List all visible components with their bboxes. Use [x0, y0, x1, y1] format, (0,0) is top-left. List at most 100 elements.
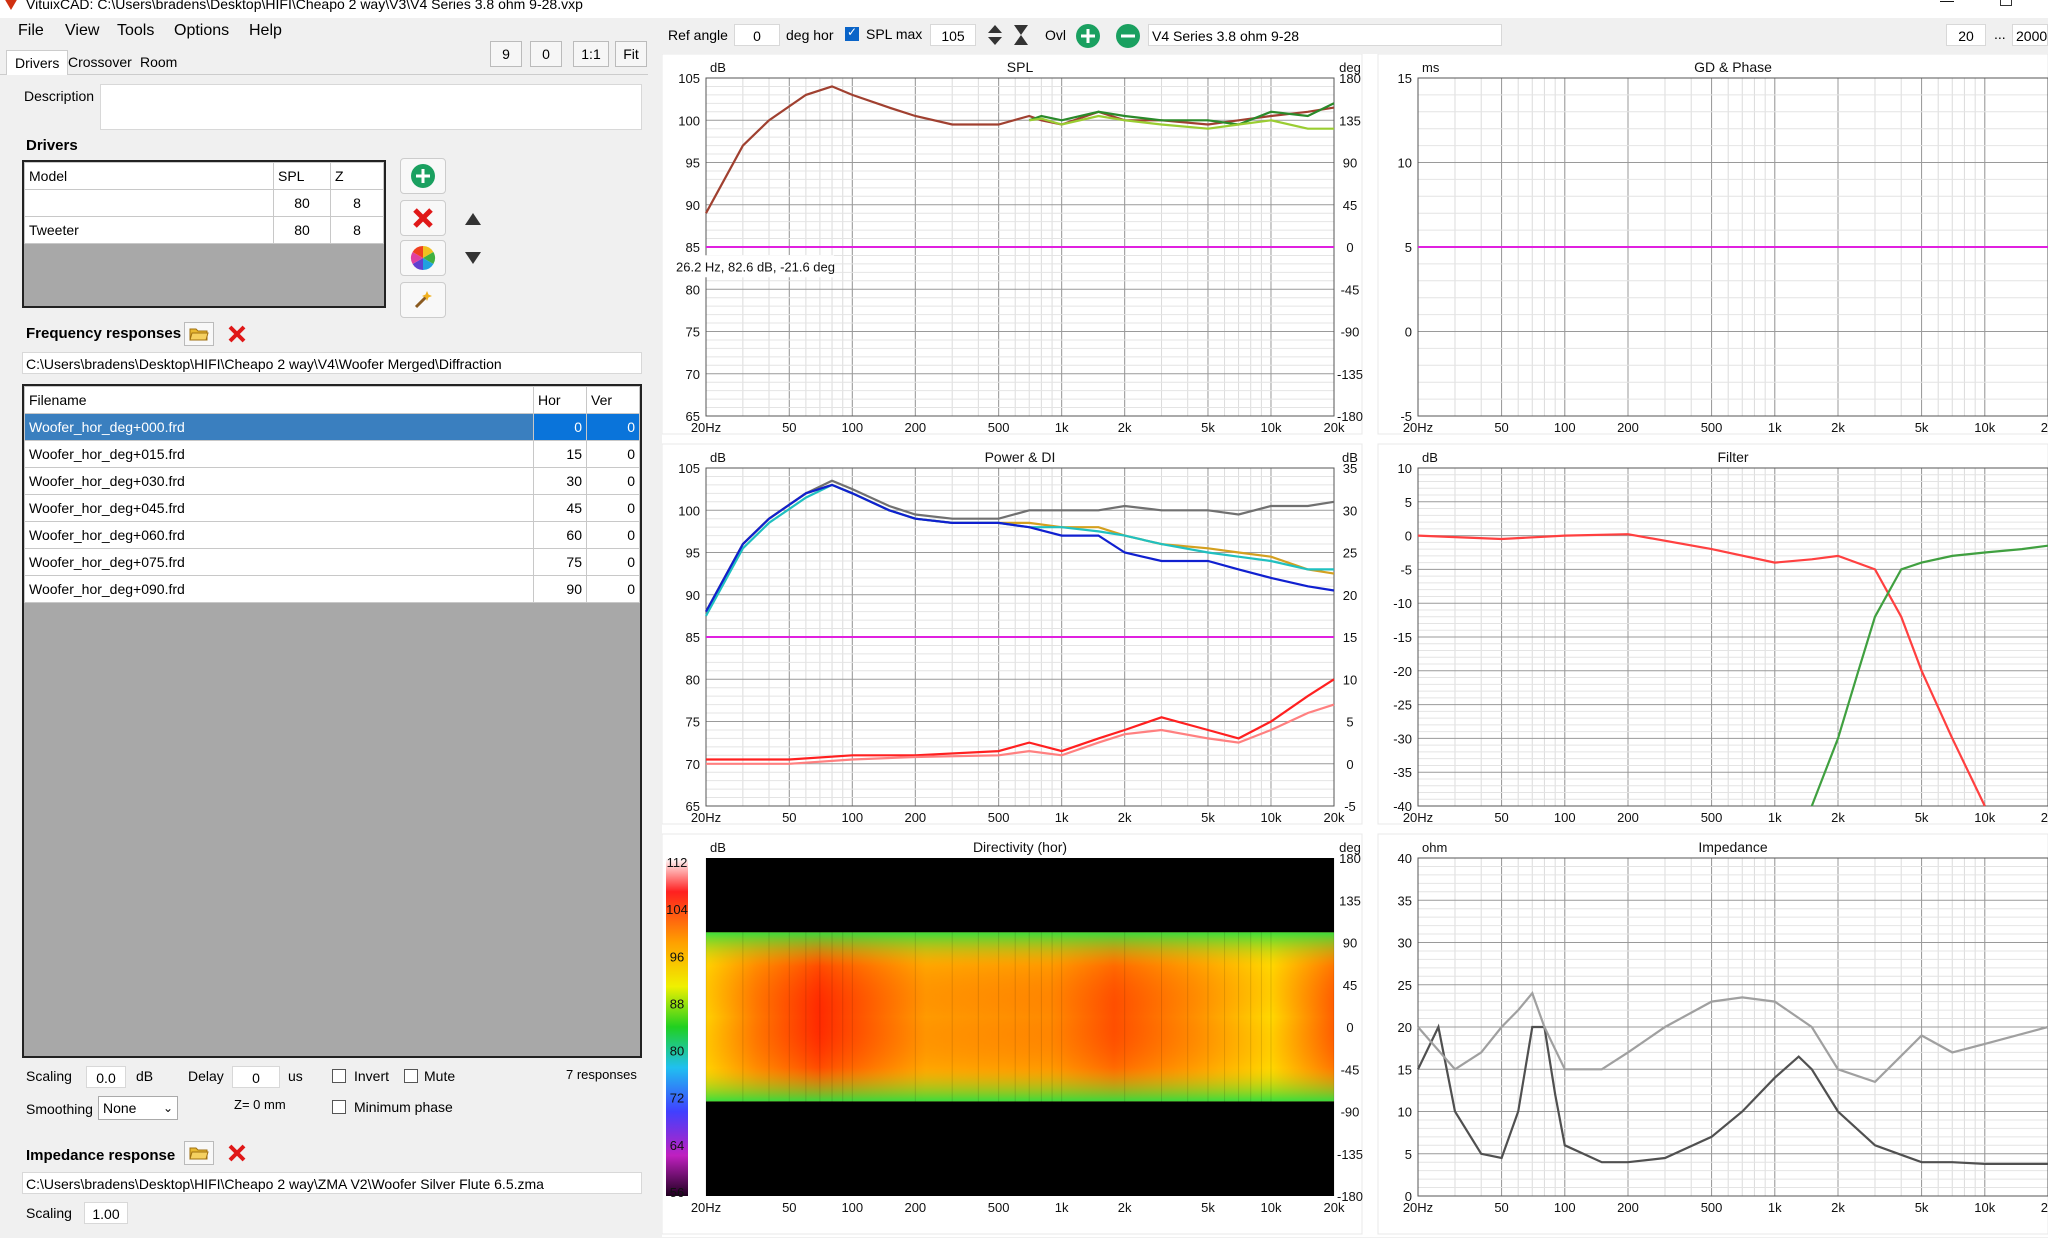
x-tick-label: 2k — [1831, 1200, 1845, 1215]
driver-model[interactable]: Tweeter — [24, 216, 274, 244]
ver-cell[interactable]: 0 — [586, 440, 640, 468]
chart-title: Power & DI — [985, 449, 1056, 465]
clear-impedance-button[interactable] — [222, 1141, 252, 1165]
minimize-icon[interactable]: — — [1940, 0, 1954, 8]
hor-cell[interactable]: 15 — [533, 440, 587, 468]
driver-row[interactable]: Tweeter 80 8 — [24, 216, 384, 244]
hor-cell[interactable]: 60 — [533, 521, 587, 549]
hor-cell[interactable]: 90 — [533, 575, 587, 603]
description-field[interactable] — [100, 84, 642, 130]
delay-field[interactable]: 0 — [232, 1066, 280, 1088]
menu-file[interactable]: File — [18, 22, 44, 40]
driver-z[interactable]: 8 — [330, 189, 384, 217]
tab-room[interactable]: Room — [140, 54, 177, 70]
invert-checkbox[interactable] — [332, 1069, 346, 1083]
menu-help[interactable]: Help — [249, 22, 282, 40]
driver-row[interactable]: Driver #1 80 8 — [24, 189, 384, 217]
table-row[interactable]: Woofer_hor_deg+090.frd 90 0 — [24, 575, 640, 603]
filename-cell[interactable]: Woofer_hor_deg+090.frd — [24, 575, 534, 603]
table-row[interactable]: Woofer_hor_deg+075.frd 75 0 — [24, 548, 640, 576]
open-freq-button[interactable] — [184, 322, 214, 346]
driver-color-button[interactable] — [400, 240, 446, 276]
chart-panel-4: Directivity (hor)dB deg112104968880726456… — [662, 833, 1363, 1235]
heatmap-band-overlay — [706, 932, 1334, 1102]
menu-options[interactable]: Options — [174, 22, 229, 40]
ver-cell[interactable]: 0 — [586, 575, 640, 603]
x-tick-label: 500 — [1701, 810, 1723, 825]
x-tick-label: 50 — [1494, 420, 1508, 435]
x-tick-label: 2k — [1118, 1200, 1132, 1215]
hor-cell[interactable]: 30 — [533, 467, 587, 495]
x-tick-label: 100 — [841, 810, 863, 825]
x-tick-label: 200 — [904, 1200, 926, 1215]
spl-max-checkbox[interactable]: ✓ — [845, 25, 859, 41]
tab-drivers[interactable]: Drivers — [6, 50, 69, 75]
fit-button[interactable]: Fit — [615, 41, 647, 67]
move-up-button[interactable] — [458, 207, 488, 231]
add-driver-button[interactable] — [400, 158, 446, 194]
ovl-label: Ovl — [1045, 27, 1066, 43]
ver-cell[interactable]: 0 — [586, 521, 640, 549]
hourglass-button[interactable] — [1010, 22, 1032, 48]
view-9-button[interactable]: 9 — [490, 41, 522, 67]
filename-cell[interactable]: Woofer_hor_deg+030.frd — [24, 467, 534, 495]
table-row[interactable]: Woofer_hor_deg+060.frd 60 0 — [24, 521, 640, 549]
zoom-1-1-button[interactable]: 1:1 — [573, 41, 609, 67]
filename-cell[interactable]: Woofer_hor_deg+075.frd — [24, 548, 534, 576]
filename-cell[interactable]: Woofer_hor_deg+060.frd — [24, 521, 534, 549]
filename-cell[interactable]: Woofer_hor_deg+045.frd — [24, 494, 534, 522]
hor-cell[interactable]: 0 — [533, 413, 587, 441]
spl-stepper-button[interactable] — [984, 22, 1006, 48]
table-row[interactable]: Woofer_hor_deg+045.frd 45 0 — [24, 494, 640, 522]
freq-max-field[interactable]: 2000 — [2012, 24, 2048, 46]
table-row[interactable]: Woofer_hor_deg+030.frd 30 0 — [24, 467, 640, 495]
move-down-button[interactable] — [458, 246, 488, 270]
view-0-button[interactable]: 0 — [530, 41, 562, 67]
clear-freq-button[interactable] — [222, 322, 252, 346]
x-tick-label: 20Hz — [691, 420, 721, 435]
hor-cell[interactable]: 45 — [533, 494, 587, 522]
ver-cell[interactable]: 0 — [586, 494, 640, 522]
freq-path-field[interactable]: C:\Users\bradens\Desktop\HIFI\Cheapo 2 w… — [22, 352, 642, 374]
table-row[interactable]: Woofer_hor_deg+015.frd 15 0 — [24, 440, 640, 468]
scale-label: 88 — [670, 996, 684, 1011]
delete-driver-button[interactable] — [400, 200, 446, 236]
scaling-field[interactable]: 0.0 — [86, 1066, 126, 1088]
minimum-phase-checkbox[interactable] — [332, 1100, 346, 1114]
ref-angle-field[interactable]: 0 — [734, 24, 780, 46]
filename-cell[interactable]: Woofer_hor_deg+000.frd — [24, 413, 534, 441]
add-overlay-button[interactable] — [1074, 22, 1102, 50]
ver-cell[interactable]: 0 — [586, 413, 640, 441]
col-filename[interactable]: Filename — [24, 386, 534, 414]
driver-spl[interactable]: 80 — [273, 216, 331, 244]
menu-view[interactable]: View — [65, 22, 99, 40]
freq-min-field[interactable]: 20 — [1946, 24, 1986, 46]
overlay-project-field[interactable]: V4 Series 3.8 ohm 9-28 — [1148, 24, 1502, 46]
table-row[interactable]: Woofer_hor_deg+000.frd 0 0 — [24, 413, 640, 441]
tab-crossover[interactable]: Crossover — [68, 54, 132, 70]
impedance-path-field[interactable]: C:\Users\bradens\Desktop\HIFI\Cheapo 2 w… — [22, 1172, 642, 1194]
col-z[interactable]: Z — [330, 162, 384, 190]
scale-label: 56 — [670, 1185, 684, 1200]
hor-cell[interactable]: 75 — [533, 548, 587, 576]
col-ver[interactable]: Ver — [586, 386, 640, 414]
col-hor[interactable]: Hor — [533, 386, 587, 414]
driver-z[interactable]: 8 — [330, 216, 384, 244]
col-spl[interactable]: SPL — [273, 162, 331, 190]
spl-max-field[interactable]: 105 — [930, 24, 976, 46]
restore-icon[interactable] — [2000, 0, 2012, 6]
smoothing-select[interactable]: None ⌄ — [98, 1096, 178, 1120]
ver-cell[interactable]: 0 — [586, 548, 640, 576]
mute-checkbox[interactable] — [404, 1069, 418, 1083]
open-impedance-button[interactable] — [184, 1141, 214, 1165]
smoothing-value: None — [103, 1100, 137, 1116]
wizard-button[interactable] — [400, 282, 446, 318]
filename-cell[interactable]: Woofer_hor_deg+015.frd — [24, 440, 534, 468]
impedance-scaling-field[interactable]: 1.00 — [84, 1202, 128, 1224]
driver-spl[interactable]: 80 — [273, 189, 331, 217]
menu-tools[interactable]: Tools — [117, 22, 154, 40]
remove-overlay-button[interactable] — [1114, 22, 1142, 50]
driver-model[interactable]: Driver #1 — [24, 189, 274, 217]
ver-cell[interactable]: 0 — [586, 467, 640, 495]
col-model[interactable]: Model — [24, 162, 274, 190]
